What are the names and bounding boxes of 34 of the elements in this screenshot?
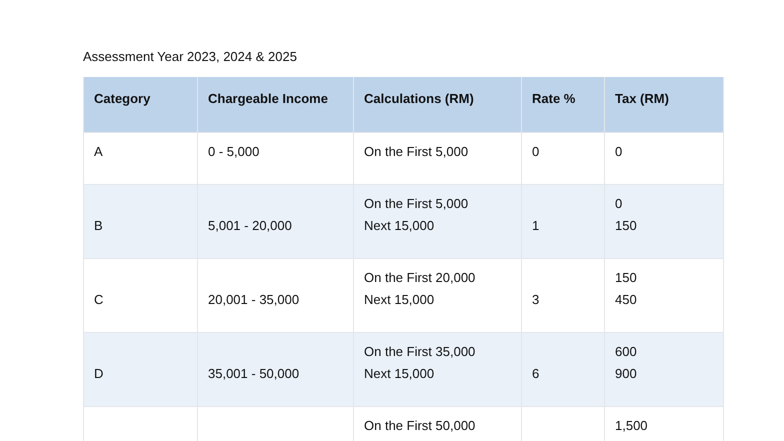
table-cell-text: B (94, 217, 103, 235)
table-cell-text: 20,001 - 35,000 (208, 291, 300, 309)
column-header: Tax (RM) (615, 91, 669, 106)
table-cell-text: 1,500 (615, 417, 649, 435)
table-cell-text: 5,001 - 20,000 (208, 217, 292, 235)
table-cell-text: On the First 35,000 (364, 343, 476, 361)
table-cell-text: Next 15,000 (364, 291, 436, 309)
table-cell-text: 150 (615, 269, 638, 287)
table-title: Assessment Year 2023, 2024 & 2025 (83, 48, 297, 66)
table-cell-text: C (94, 291, 104, 309)
table-cell-text: 150 (615, 217, 638, 235)
table-cell-text: 0 (532, 143, 540, 161)
table-cell-text: 0 (615, 143, 624, 161)
table-cell-text: On the First 20,000 (364, 269, 476, 287)
table-cell-text: Next 15,000 (364, 365, 436, 383)
table-cell-text: 0 (615, 195, 624, 213)
table-cell-text: 6 (532, 365, 540, 383)
table-cell-text: 3 (532, 291, 540, 309)
table-cell-text: A (94, 143, 103, 161)
table-cell-text: 600 (615, 343, 638, 361)
table-cell-text: 35,001 - 50,000 (208, 365, 300, 383)
table-cell-text: On the First 5,000 (364, 195, 470, 213)
table-cell-text: On the First 5,000 (364, 143, 470, 161)
table-cell-text: 0 - 5,000 (208, 143, 260, 161)
table-cell-text: D (94, 365, 104, 383)
column-header: Category (94, 91, 150, 106)
table-cell-text: 450 (615, 291, 638, 309)
column-header: Calculations (RM) (364, 91, 474, 106)
table-cell-text: 1 (532, 217, 540, 235)
column-header: Chargeable Income (208, 91, 328, 106)
table-cell-text: Next 15,000 (364, 217, 436, 235)
table-cell-text: On the First 50,000 (364, 417, 476, 435)
column-header: Rate % (532, 91, 576, 106)
table-cell-text: 900 (615, 365, 638, 383)
